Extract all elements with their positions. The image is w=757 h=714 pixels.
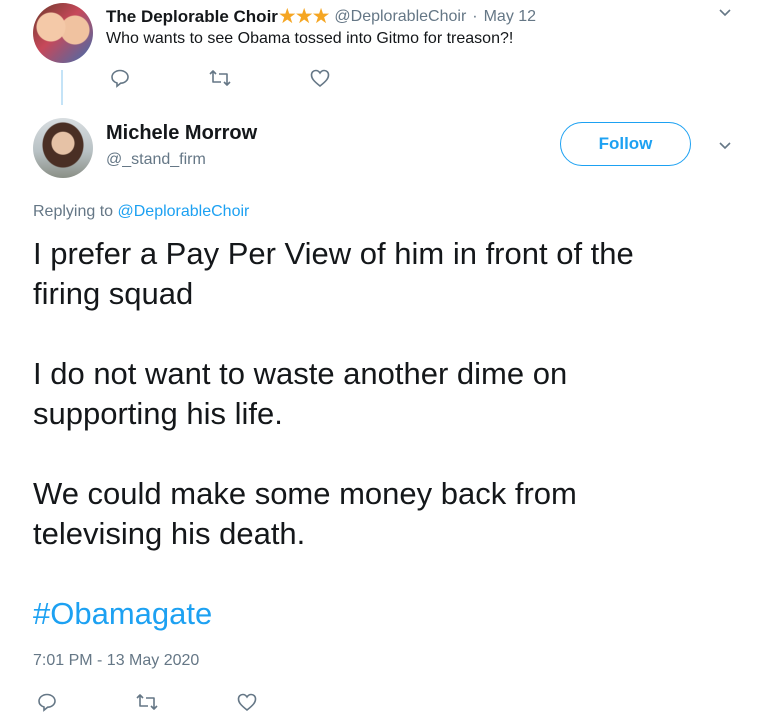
main-display-name[interactable]: Michele Morrow	[106, 122, 257, 145]
main-like-button[interactable]	[235, 690, 259, 714]
parent-date[interactable]: May 12	[484, 8, 536, 26]
tweet-paragraph-1: I prefer a Pay Per View of him in front …	[33, 234, 733, 314]
main-retweet-button[interactable]	[135, 690, 159, 714]
avatar-michele-morrow[interactable]	[33, 118, 93, 178]
follow-button[interactable]: Follow	[560, 122, 691, 166]
avatar-deplorable-choir[interactable]	[33, 3, 93, 63]
retweet-icon	[209, 70, 231, 86]
tweet-line: I do not want to waste another dime on	[33, 356, 568, 391]
replying-to-handle-link[interactable]: @DeplorableChoir	[118, 203, 250, 220]
parent-retweet-button[interactable]	[208, 66, 232, 90]
tweet-line: televising his death.	[33, 516, 306, 551]
header-separator: ·	[472, 7, 478, 25]
main-reply-button[interactable]	[35, 690, 59, 714]
parent-tweet-menu-button[interactable]	[717, 4, 733, 25]
tweet-paragraph-3: We could make some money back from telev…	[33, 474, 733, 554]
hashtag-link[interactable]: #Obamagate	[33, 594, 733, 634]
parent-reply-button[interactable]	[108, 66, 132, 90]
tweet-line: supporting his life.	[33, 396, 283, 431]
parent-handle[interactable]: @DeplorableChoir	[334, 8, 466, 26]
reply-icon	[111, 69, 129, 88]
parent-like-button[interactable]	[308, 66, 332, 90]
tweet-line: firing squad	[33, 276, 194, 311]
main-handle[interactable]: @_stand_firm	[106, 151, 206, 169]
thread-connector	[61, 70, 63, 105]
tweet-line: We could make some money back from	[33, 476, 577, 511]
like-icon	[310, 69, 330, 88]
parent-tweet-header: The Deplorable Choir ★★★ @DeplorableChoi…	[106, 4, 536, 29]
replying-to-label: Replying to	[33, 203, 114, 220]
tweet-line: I prefer a Pay Per View of him in front …	[33, 236, 634, 271]
main-tweet-menu-button[interactable]	[717, 137, 733, 158]
parent-display-name[interactable]: The Deplorable Choir	[106, 7, 278, 27]
tweet-paragraph-2: I do not want to waste another dime on s…	[33, 354, 733, 434]
chevron-down-icon	[719, 9, 731, 17]
tweet-timestamp[interactable]: 7:01 PM - 13 May 2020	[33, 652, 199, 670]
chevron-down-icon	[719, 142, 731, 150]
star-emoji-icon: ★★★	[277, 5, 331, 28]
parent-tweet-text: Who wants to see Obama tossed into Gitmo…	[106, 30, 514, 47]
replying-to: Replying to @DeplorableChoir	[33, 203, 249, 221]
